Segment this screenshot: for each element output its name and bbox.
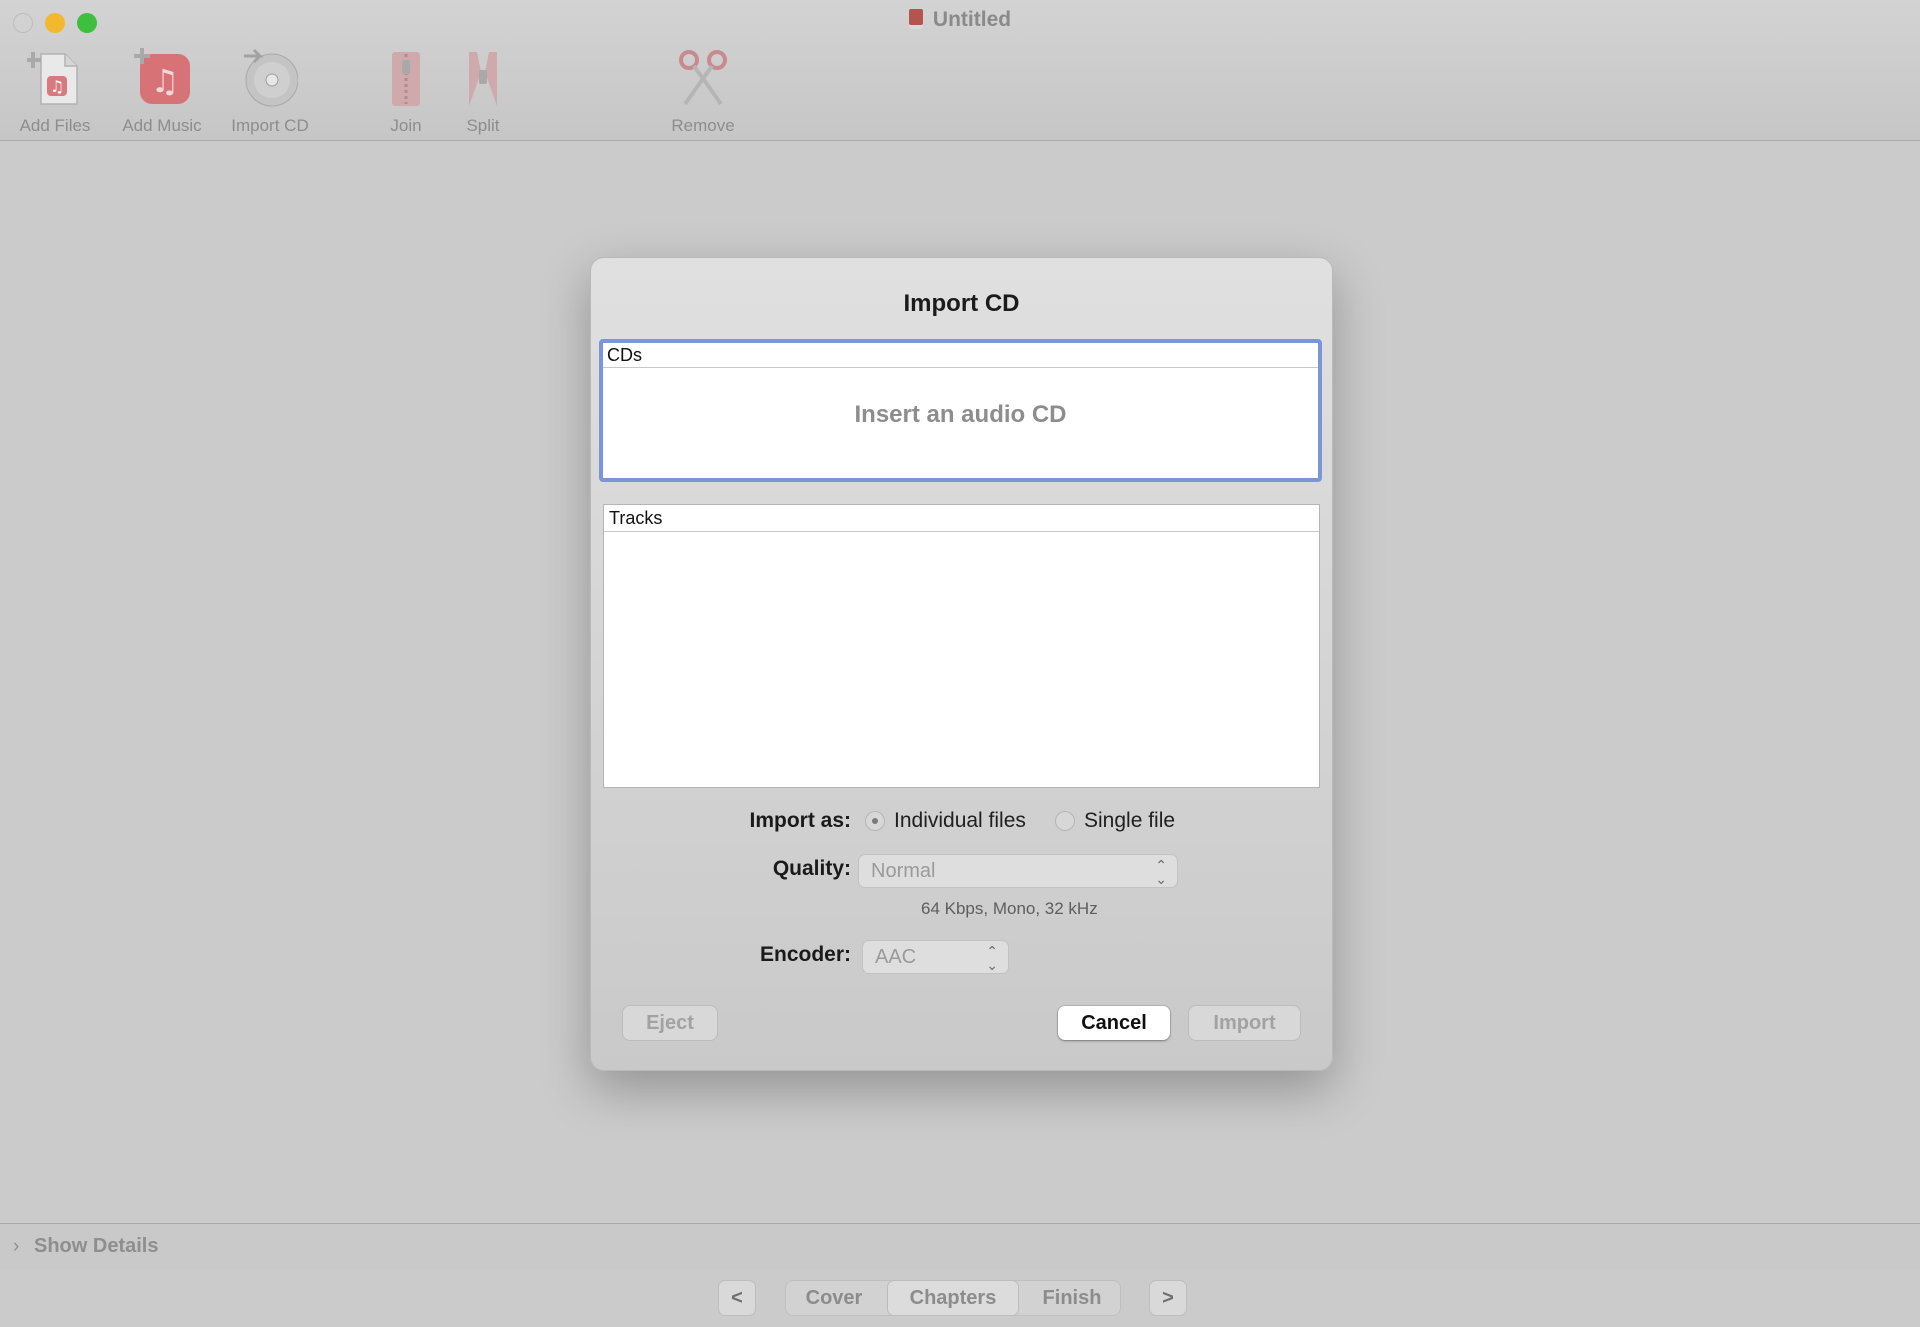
cds-placeholder: Insert an audio CD (854, 401, 1067, 428)
step-segmented-control: Cover Chapters Finish (786, 1281, 1120, 1315)
import-cd-button[interactable]: Import CD (215, 46, 325, 136)
scissors-icon (675, 46, 731, 108)
cancel-button[interactable]: Cancel (1058, 1006, 1170, 1040)
individual-files-label[interactable]: Individual files (894, 809, 1026, 833)
import-cd-label: Import CD (231, 116, 309, 135)
svg-text:♫: ♫ (151, 62, 180, 100)
add-files-button[interactable]: ♫ Add Files (0, 46, 110, 136)
import-as-label: Import as: (749, 809, 851, 832)
add-music-icon: ♫ (134, 46, 190, 108)
quality-value: Normal (871, 860, 936, 882)
step-finish[interactable]: Finish (1024, 1281, 1120, 1315)
encoder-select[interactable]: AAC ⌃ ⌄ (863, 941, 1008, 973)
encoder-label: Encoder: (759, 943, 851, 966)
quality-hint: 64 Kbps, Mono, 32 kHz (921, 899, 1098, 918)
dialog-title: Import CD (903, 290, 1020, 317)
zipper-closed-icon (378, 46, 434, 108)
remove-button[interactable]: Remove (648, 46, 758, 136)
details-bar: › Show Details (0, 1223, 1920, 1272)
app-window: Untitled ♫ Add Files ♫ Add Music Import … (0, 0, 1920, 1327)
step-navigation: < Cover Chapters Finish > (0, 1271, 1920, 1327)
add-files-icon: ♫ (25, 46, 83, 108)
next-step-button[interactable]: > (1150, 1281, 1186, 1315)
import-cd-dialog: Import CD CDs Insert an audio CD Tracks … (590, 257, 1333, 1071)
quality-label: Quality: (772, 857, 851, 880)
step-cover[interactable]: Cover (786, 1281, 882, 1315)
window-title: Untitled (0, 8, 1920, 32)
tracks-table[interactable]: Tracks (603, 504, 1320, 788)
add-music-button[interactable]: ♫ Add Music (107, 46, 217, 136)
svg-text:♫: ♫ (50, 77, 64, 96)
split-button[interactable]: Split (428, 46, 538, 136)
cds-column-header: CDs (603, 343, 1318, 368)
stepper-arrows-icon: ⌃ ⌄ (986, 943, 998, 973)
tracks-column-header: Tracks (604, 505, 1319, 532)
document-icon (908, 9, 923, 29)
cd-icon (242, 46, 299, 108)
eject-button[interactable]: Eject (623, 1006, 717, 1040)
zipper-open-icon (455, 46, 511, 108)
add-music-label: Add Music (122, 116, 202, 135)
import-button[interactable]: Import (1189, 1006, 1300, 1040)
encoder-value: AAC (875, 946, 917, 968)
split-label: Split (466, 116, 500, 135)
remove-label: Remove (671, 116, 735, 135)
single-file-radio[interactable] (1055, 811, 1075, 831)
stepper-arrows-icon: ⌃ ⌄ (1155, 857, 1167, 887)
previous-step-button[interactable]: < (719, 1281, 755, 1315)
quality-select[interactable]: Normal ⌃ ⌄ (859, 855, 1177, 887)
window-title-text: Untitled (932, 8, 1012, 31)
step-chapters[interactable]: Chapters (888, 1281, 1018, 1315)
single-file-label[interactable]: Single file (1084, 809, 1175, 833)
title-toolbar: Untitled ♫ Add Files ♫ Add Music Import … (0, 0, 1920, 141)
cds-table[interactable]: CDs Insert an audio CD (599, 339, 1322, 482)
show-details-toggle[interactable]: Show Details (34, 1235, 158, 1258)
individual-files-radio[interactable] (865, 811, 885, 831)
chevron-right-icon[interactable]: › (13, 1236, 19, 1258)
add-files-label: Add Files (19, 116, 91, 135)
